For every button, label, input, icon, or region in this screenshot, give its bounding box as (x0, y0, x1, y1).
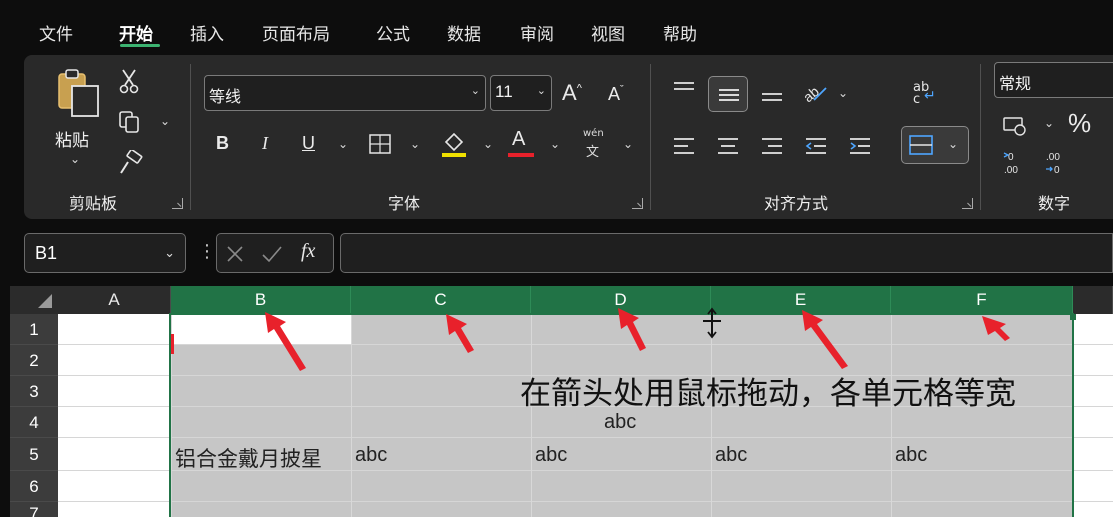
resize-cursor-icon (703, 307, 721, 339)
svg-text:.00: .00 (1046, 152, 1060, 163)
svg-text:0: 0 (1054, 165, 1060, 176)
accounting-dropdown-icon[interactable]: ⌄ (1044, 116, 1054, 130)
font-color-dropdown-icon[interactable]: ⌄ (550, 137, 560, 151)
align-middle-icon (719, 89, 739, 101)
formula-controls: fx (216, 233, 334, 273)
decrease-decimal-icon[interactable]: .00 0 (1044, 150, 1068, 176)
font-group-label: 字体 (388, 194, 421, 213)
wrap-text-bottom: c (913, 92, 921, 107)
align-right-icon[interactable] (760, 135, 784, 157)
more-options-icon[interactable]: ⋮ (198, 241, 216, 262)
align-center-icon[interactable] (716, 135, 740, 157)
clipboard-launcher-icon[interactable] (172, 198, 183, 209)
tab-insert[interactable]: 插入 (190, 20, 224, 45)
borders-dropdown-icon[interactable]: ⌄ (410, 137, 420, 151)
tab-page-layout[interactable]: 页面布局 (262, 20, 330, 45)
increase-decimal-icon[interactable]: 0 .00 (1002, 150, 1026, 176)
copy-dropdown-icon[interactable]: ⌄ (160, 114, 170, 128)
align-top-icon[interactable] (672, 80, 696, 100)
menu-bar: 文件 开始 插入 页面布局 公式 数据 审阅 视图 帮助 (0, 0, 1113, 52)
tab-home[interactable]: 开始 (119, 20, 153, 45)
paste-icon (58, 69, 99, 117)
insert-function-button[interactable]: fx (301, 240, 315, 263)
align-left-icon[interactable] (672, 135, 696, 157)
wrap-arrow-icon: ↵ (924, 88, 936, 104)
ribbon-separator (980, 64, 981, 210)
worksheet-grid: A B C D E F 1 2 3 4 5 6 7 在箭头处用鼠标拖动，各单元格… (10, 286, 1113, 517)
red-arrow-icon (618, 308, 646, 351)
font-color-letter: A (512, 128, 526, 150)
phonetic-top: wén (583, 128, 604, 139)
red-arrow-icon (446, 314, 474, 353)
accounting-format-icon[interactable] (1002, 114, 1028, 136)
alignment-launcher-icon[interactable] (962, 198, 973, 209)
borders-icon[interactable] (368, 133, 392, 155)
decrease-indent-icon[interactable] (804, 135, 828, 157)
copy-icon[interactable] (118, 110, 140, 134)
formula-input[interactable] (340, 233, 1113, 273)
svg-text:.00: .00 (1004, 165, 1018, 176)
red-arrow-icon (802, 310, 848, 369)
font-name-value: 等线 (209, 89, 242, 106)
tab-file[interactable]: 文件 (39, 20, 73, 45)
name-box[interactable]: B1 ⌄ (24, 233, 186, 273)
increase-indent-icon[interactable] (848, 135, 872, 157)
chevron-down-icon: ⌄ (536, 84, 546, 97)
tab-review[interactable]: 审阅 (520, 20, 554, 45)
fill-color-dropdown-icon[interactable]: ⌄ (483, 137, 493, 151)
increase-font-size-icon[interactable]: A^ (562, 80, 582, 106)
format-painter-icon[interactable] (118, 150, 144, 176)
orientation-dropdown-icon[interactable]: ⌄ (838, 86, 848, 100)
tab-formulas[interactable]: 公式 (376, 20, 410, 45)
bold-button[interactable]: B (216, 133, 229, 154)
font-size-combo[interactable]: 11 ⌄ (490, 75, 552, 111)
underline-button[interactable]: U (302, 133, 315, 154)
alignment-group-label: 对齐方式 (764, 194, 829, 213)
cut-icon[interactable] (118, 68, 140, 94)
orientation-icon[interactable]: ab (800, 80, 828, 104)
tab-view[interactable]: 视图 (591, 20, 625, 45)
ribbon-separator (650, 64, 651, 210)
arrow-overlay (265, 307, 1010, 371)
clipboard-group-label: 剪贴板 (69, 194, 118, 213)
fill-color-icon[interactable] (440, 130, 468, 158)
tab-data[interactable]: 数据 (447, 20, 481, 45)
decrease-font-size-icon[interactable]: Aˇ (608, 84, 624, 105)
tab-help[interactable]: 帮助 (663, 20, 697, 45)
underline-dropdown-icon[interactable]: ⌄ (338, 137, 348, 151)
merge-center-button[interactable]: ⌄ (901, 126, 969, 164)
number-format-value: 常规 (999, 76, 1032, 93)
name-box-value: B1 (35, 243, 58, 263)
phonetic-bottom: 文 (586, 145, 600, 160)
align-bottom-icon[interactable] (760, 84, 784, 104)
number-format-combo[interactable]: 常规 (994, 62, 1113, 98)
number-group-label: 数字 (1038, 194, 1071, 213)
cancel-icon[interactable] (225, 244, 245, 264)
merge-dropdown-icon: ⌄ (948, 137, 959, 151)
ribbon-separator (190, 64, 191, 210)
font-launcher-icon[interactable] (632, 198, 643, 209)
italic-button[interactable]: I (262, 133, 268, 154)
chevron-down-icon: ⌄ (470, 84, 480, 97)
active-tab-indicator (120, 44, 160, 47)
paste-label: 粘贴 (55, 131, 89, 151)
confirm-icon[interactable] (261, 244, 283, 264)
font-size-value: 11 (495, 82, 513, 101)
align-middle-button[interactable] (708, 76, 748, 112)
svg-text:0: 0 (1008, 152, 1014, 163)
merge-center-icon (909, 135, 933, 155)
red-arrow-icon (265, 312, 306, 371)
chevron-down-icon: ⌄ (164, 246, 175, 261)
paste-dropdown-icon[interactable]: ⌄ (70, 152, 80, 166)
font-color-swatch (508, 153, 534, 157)
svg-text:ab: ab (800, 83, 822, 104)
phonetic-dropdown-icon[interactable]: ⌄ (623, 137, 633, 151)
red-arrow-icon (982, 316, 1010, 341)
percent-button[interactable]: % (1068, 108, 1091, 139)
font-name-combo[interactable]: 等线 ⌄ (204, 75, 486, 111)
